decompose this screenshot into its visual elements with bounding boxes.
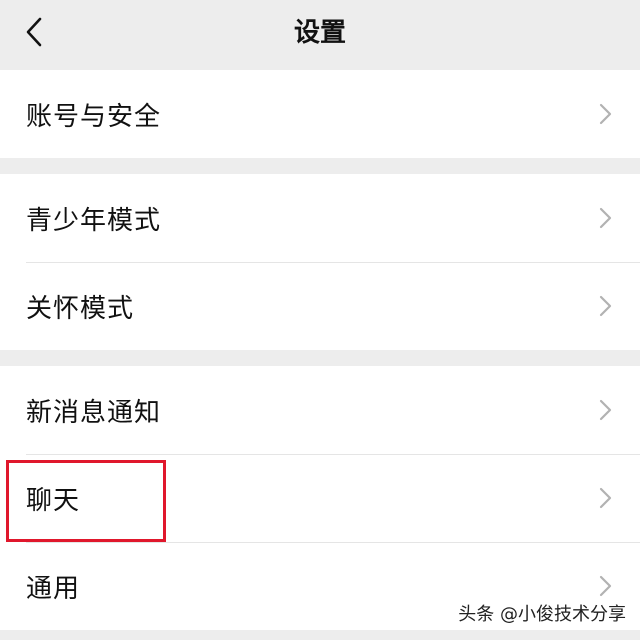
- chevron-right-icon: [599, 295, 612, 317]
- settings-item-account-security[interactable]: 账号与安全: [0, 70, 640, 158]
- settings-group-general: 新消息通知 聊天 通用: [0, 366, 640, 630]
- settings-item-label: 新消息通知: [26, 397, 162, 428]
- settings-item-chat[interactable]: 聊天: [0, 454, 640, 542]
- bottom-divider: [0, 632, 640, 640]
- back-button[interactable]: [14, 12, 54, 52]
- chevron-right-icon: [599, 103, 612, 125]
- back-arrow-icon: [26, 17, 42, 47]
- settings-item-label: 聊天: [26, 485, 81, 516]
- page-title: 设置: [293, 18, 346, 48]
- settings-item-care-mode[interactable]: 关怀模式: [0, 262, 640, 350]
- watermark: 头条 @小俊技术分享: [458, 600, 626, 626]
- settings-item-teen-mode[interactable]: 青少年模式: [0, 174, 640, 262]
- settings-group-account: 账号与安全: [0, 70, 640, 158]
- chevron-right-icon: [599, 207, 612, 229]
- settings-item-label: 关怀模式: [26, 293, 135, 324]
- settings-item-label: 青少年模式: [26, 205, 162, 236]
- navigation-bar: 设置: [0, 0, 640, 66]
- chevron-right-icon: [599, 575, 612, 597]
- settings-item-label: 通用: [26, 573, 81, 604]
- chevron-right-icon: [599, 399, 612, 421]
- settings-group-modes: 青少年模式 关怀模式: [0, 174, 640, 350]
- chevron-right-icon: [599, 487, 612, 509]
- settings-item-label: 账号与安全: [26, 101, 162, 132]
- settings-item-notifications[interactable]: 新消息通知: [0, 366, 640, 454]
